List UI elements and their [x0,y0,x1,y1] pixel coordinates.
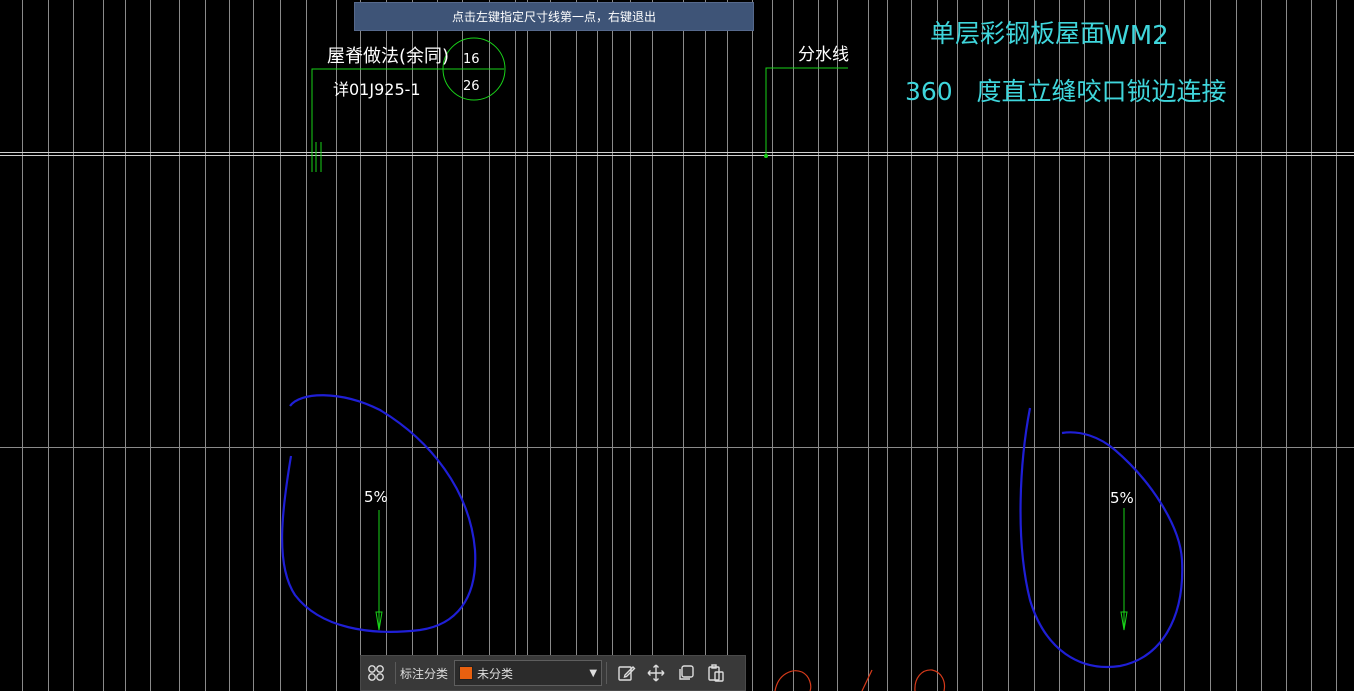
annotation-toolbar: 标注分类 未分类 ▼ [360,655,746,691]
toolbar-separator [395,662,396,684]
roof-code-text: WM2 [1104,21,1169,51]
slope-label-left: 5% [364,488,388,506]
category-dropdown-value: 未分类 [477,666,514,681]
divide-line-text: 分水线 [798,45,849,65]
slope-label-right: 5% [1110,489,1134,507]
divide-line-leader [764,67,848,158]
category-label: 标注分类 [400,666,449,681]
category-color-swatch [459,666,474,680]
markup-loop-right [1019,407,1184,669]
move-icon[interactable] [641,658,671,688]
copy-icon[interactable] [671,658,701,688]
paste-icon[interactable] [701,658,731,688]
chevron-down-icon: ▼ [589,667,598,679]
markup-red-partial [774,669,946,691]
command-prompt-bar: 点击左键指定尺寸线第一点，右键退出 [354,2,754,31]
toolbar-separator [606,662,608,684]
callout-top-number: 16 [463,52,480,67]
ridge-note-text: 屋脊做法(余同) [327,46,449,67]
roof-title-text: 单层彩钢板屋面 [930,19,1105,48]
cad-drawing-canvas[interactable]: 屋脊做法(余同) 详01J925-1 16 26 分水线 单层彩钢板屋面 WM2… [0,0,1354,691]
detail-ref-text: 详01J925-1 [333,80,421,99]
grid-icon[interactable] [361,658,391,688]
slope-arrow-left [375,510,383,631]
horizontal-reference-lines [0,152,1354,448]
slope-arrow-right [1120,508,1128,631]
seam-spec-text: 360 度直立缝咬口锁边连接 [905,77,1227,106]
callout-bottom-number: 26 [463,79,480,94]
edit-icon[interactable] [611,658,641,688]
category-dropdown[interactable]: 未分类 ▼ [454,660,603,686]
